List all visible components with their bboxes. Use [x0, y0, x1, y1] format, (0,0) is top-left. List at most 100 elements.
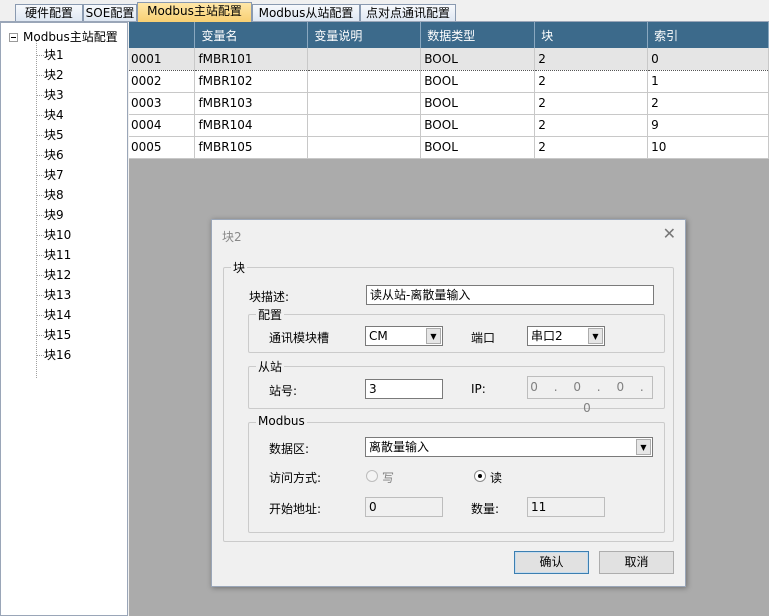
table-cell[interactable]: BOOL [420, 48, 536, 71]
table-cell[interactable]: 0005 [129, 136, 196, 159]
tree-branch-line [36, 115, 44, 116]
tree-branch-line [36, 215, 44, 216]
cancel-button[interactable]: 取消 [599, 551, 674, 574]
table-cell[interactable]: 2 [534, 92, 649, 115]
tree-item-block[interactable]: 块8 [36, 185, 64, 205]
tree-item-block[interactable]: 块1 [36, 45, 64, 65]
table-cell[interactable] [307, 136, 422, 159]
tree-item-block[interactable]: 块9 [36, 205, 64, 225]
column-header-var-desc[interactable]: 变量说明 [307, 22, 422, 48]
table-cell[interactable]: 9 [647, 114, 769, 137]
tree-branch-line [36, 155, 44, 156]
tree-item-block[interactable]: 块14 [36, 305, 71, 325]
port-label: 端口 [471, 331, 496, 345]
tree-item-block[interactable]: 块7 [36, 165, 64, 185]
tab-modbus-slave-config[interactable]: Modbus从站配置 [252, 4, 360, 22]
port-select[interactable]: 串口2 ▼ [527, 326, 605, 346]
tree-item-block[interactable]: 块12 [36, 265, 71, 285]
table-cell[interactable]: BOOL [420, 114, 536, 137]
table-cell[interactable]: 0003 [129, 92, 196, 115]
column-header-offset[interactable]: 索引 [647, 22, 769, 48]
table-cell[interactable]: fMBR104 [194, 114, 309, 137]
table-cell[interactable]: 0001 [129, 48, 196, 71]
access-read-label: 读 [490, 471, 503, 485]
table-cell[interactable] [307, 114, 422, 137]
tree-item-block[interactable]: 块16 [36, 345, 71, 365]
module-slot-value: CM [369, 329, 388, 343]
tree-item-label: 块14 [44, 308, 72, 322]
tree-item-block[interactable]: 块3 [36, 85, 64, 105]
tab-hardware-config[interactable]: 硬件配置 [15, 4, 83, 22]
table-cell[interactable]: 0 [647, 48, 769, 71]
table-row[interactable]: 0002 fMBR102 BOOL 2 1 [129, 70, 769, 93]
column-header-data-type[interactable]: 数据类型 [420, 22, 536, 48]
count-input[interactable]: 11 [527, 497, 605, 517]
table-cell[interactable]: 0004 [129, 114, 196, 137]
table-row[interactable]: 0005 fMBR105 BOOL 2 10 [129, 136, 769, 159]
table-cell[interactable]: 2 [534, 114, 649, 137]
start-address-input[interactable]: 0 [365, 497, 443, 517]
slave-group: 从站 站号: 3 IP: 0 . 0 . 0 . 0 [248, 358, 665, 415]
table-cell[interactable] [307, 92, 422, 115]
block-desc-input[interactable]: 读从站-离散量输入 [366, 285, 654, 305]
tree-root-node[interactable]: Modbus主站配置 [9, 28, 118, 45]
table-row[interactable]: 0004 fMBR104 BOOL 2 9 [129, 114, 769, 137]
tree-item-block[interactable]: 块11 [36, 245, 71, 265]
tab-p2p-comm-config[interactable]: 点对点通讯配置 [360, 4, 456, 22]
station-input[interactable]: 3 [365, 379, 443, 399]
tree-item-block[interactable]: 块10 [36, 225, 71, 245]
chevron-down-icon[interactable]: ▼ [636, 439, 651, 455]
chevron-down-icon[interactable]: ▼ [426, 328, 441, 344]
table-cell[interactable]: 2 [534, 48, 649, 71]
tree-item-block[interactable]: 块2 [36, 65, 64, 85]
tree-item-block[interactable]: 块13 [36, 285, 71, 305]
module-slot-select[interactable]: CM ▼ [365, 326, 443, 346]
close-icon[interactable]: ✕ [663, 224, 676, 244]
table-cell[interactable]: 1 [647, 70, 769, 93]
ip-address-field: 0 . 0 . 0 . 0 [527, 376, 653, 415]
table-cell[interactable]: 2 [534, 70, 649, 93]
column-header-block[interactable]: 块 [534, 22, 649, 48]
ok-button[interactable]: 确认 [514, 551, 589, 574]
table-row[interactable]: 0001 fMBR101 BOOL 2 0 [129, 48, 769, 71]
config-group-title: 配置 [256, 306, 285, 323]
tree-item-block[interactable]: 块5 [36, 125, 64, 145]
data-area-value: 离散量输入 [369, 440, 430, 454]
ip-label: IP: [471, 382, 486, 396]
table-cell[interactable]: fMBR103 [194, 92, 309, 115]
collapse-icon[interactable] [9, 33, 18, 42]
table-cell[interactable]: fMBR101 [194, 48, 309, 71]
access-read-radio[interactable] [474, 470, 486, 482]
column-header-index[interactable] [129, 22, 196, 48]
tree-item-label: 块12 [44, 268, 72, 282]
tab-modbus-master-config[interactable]: Modbus主站配置 [137, 2, 252, 22]
table-cell[interactable] [307, 48, 422, 71]
slave-group-title: 从站 [256, 358, 285, 375]
access-write-radio[interactable] [366, 470, 378, 482]
table-cell[interactable]: 2 [534, 136, 649, 159]
tree-item-block[interactable]: 块6 [36, 145, 64, 165]
tree-item-block[interactable]: 块15 [36, 325, 71, 345]
tree-item-block[interactable]: 块4 [36, 105, 64, 125]
data-area-select[interactable]: 离散量输入 ▼ [365, 437, 653, 457]
table-cell[interactable]: fMBR105 [194, 136, 309, 159]
chevron-down-icon[interactable]: ▼ [588, 328, 603, 344]
tab-soe-config[interactable]: SOE配置 [83, 4, 137, 22]
table-cell[interactable] [307, 70, 422, 93]
tree-item-label: 块8 [44, 188, 64, 202]
access-label: 访问方式: [269, 471, 322, 485]
table-cell[interactable]: BOOL [420, 70, 536, 93]
table-cell[interactable]: BOOL [420, 92, 536, 115]
table-cell[interactable]: 2 [647, 92, 769, 115]
tree-item-label: 块1 [44, 48, 64, 62]
station-label: 站号: [269, 384, 298, 398]
column-header-var-name[interactable]: 变量名 [194, 22, 309, 48]
block-tree[interactable]: Modbus主站配置 块1 块2 块3 块4 块5 块6 块7 块8 块9 块10 块11 块12 块1… [0, 22, 128, 616]
table-cell[interactable]: fMBR102 [194, 70, 309, 93]
tree-item-label: 块11 [44, 248, 72, 262]
table-cell[interactable]: 10 [647, 136, 769, 159]
access-write-label: 写 [382, 471, 395, 485]
table-cell[interactable]: 0002 [129, 70, 196, 93]
table-cell[interactable]: BOOL [420, 136, 536, 159]
table-row[interactable]: 0003 fMBR103 BOOL 2 2 [129, 92, 769, 115]
